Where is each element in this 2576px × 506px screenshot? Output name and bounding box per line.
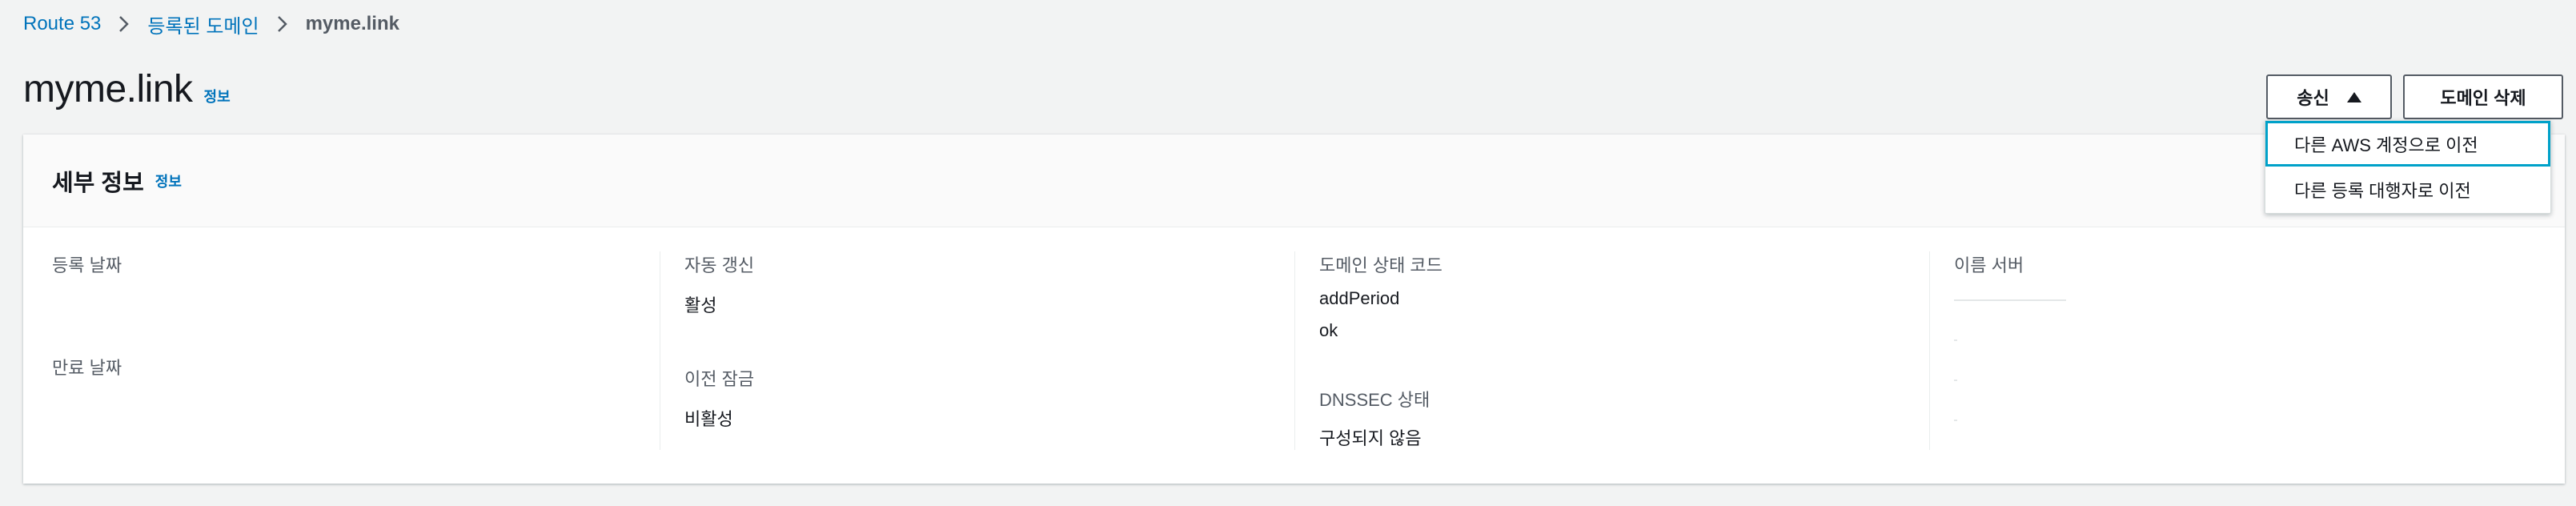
name-server-redacted	[1954, 299, 2066, 301]
breadcrumb-link-registered-domains[interactable]: 등록된 도메인	[147, 10, 259, 38]
page-info-link[interactable]: 정보	[204, 86, 231, 106]
expiration-date-label: 만료 날짜	[52, 358, 122, 378]
send-button-label: 송신	[2297, 88, 2329, 108]
breadcrumb-current: myme.link	[305, 13, 399, 34]
page-title: myme.link	[23, 68, 193, 110]
name-server-redacted	[1954, 380, 1957, 381]
page-header: myme.link 정보	[23, 67, 231, 111]
name-server-redacted	[1954, 339, 1957, 341]
chevron-right-icon	[119, 16, 130, 32]
delete-domain-button[interactable]: 도메인 삭제	[2403, 74, 2563, 119]
auto-renew-label: 자동 갱신	[684, 255, 755, 275]
details-column-dates: 등록 날짜 만료 날짜	[52, 251, 660, 450]
transfer-lock-label: 이전 잠금	[684, 369, 755, 389]
status-code-item: addPeriod	[1319, 288, 1400, 308]
dnssec-status-label: DNSSEC 상태	[1319, 390, 1430, 410]
status-code-item: ok	[1319, 320, 1338, 340]
registration-date-label: 등록 날짜	[52, 255, 122, 275]
menu-item-transfer-aws-account[interactable]: 다른 AWS 계정으로 이전	[2265, 121, 2550, 167]
name-servers-label: 이름 서버	[1954, 255, 2024, 275]
breadcrumb: Route 53 등록된 도메인 myme.link	[23, 10, 399, 38]
details-column-nameservers: 이름 서버	[1929, 251, 2562, 450]
send-dropdown-button[interactable]: 송신	[2266, 74, 2392, 119]
send-dropdown-menu: 다른 AWS 계정으로 이전 다른 등록 대행자로 이전	[2265, 120, 2551, 214]
name-server-redacted	[1954, 420, 1957, 421]
caret-up-icon	[2346, 91, 2361, 102]
details-title: 세부 정보	[52, 170, 144, 196]
details-column-renewal: 자동 갱신 활성 이전 잠금 비활성	[660, 251, 1294, 450]
menu-item-transfer-registrar[interactable]: 다른 등록 대행자로 이전	[2265, 167, 2550, 213]
auto-renew-value: 활성	[684, 295, 717, 315]
breadcrumb-link-route53[interactable]: Route 53	[23, 13, 101, 35]
domain-status-code-label: 도메인 상태 코드	[1319, 255, 1442, 275]
details-panel-header: 세부 정보 정보	[23, 135, 2565, 227]
chevron-right-icon	[277, 16, 287, 32]
dnssec-status-value: 구성되지 않음	[1319, 428, 1422, 448]
details-column-status: 도메인 상태 코드 addPeriod ok DNSSEC 상태 구성되지 않음	[1294, 251, 1929, 450]
delete-domain-label: 도메인 삭제	[2440, 88, 2526, 108]
details-panel: 세부 정보 정보 등록 날짜 만료 날짜 자동 갱신 활성 이전 잠금 비활성 …	[23, 135, 2565, 484]
transfer-lock-value: 비활성	[684, 409, 733, 429]
details-info-link[interactable]: 정보	[155, 171, 182, 191]
